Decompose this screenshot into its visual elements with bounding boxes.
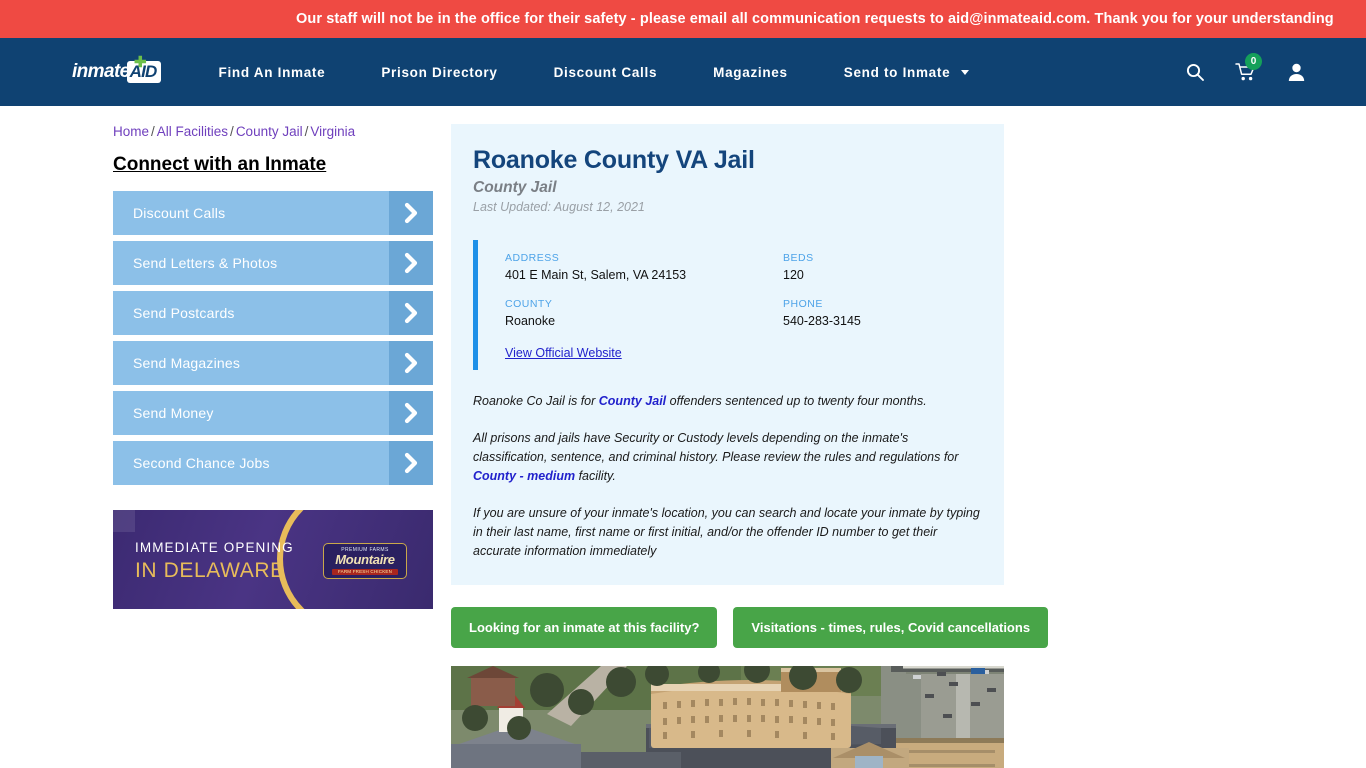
nav-item-send-to-inmate[interactable]: Send to Inmate (844, 65, 969, 80)
facility-description: Roanoke Co Jail is for County Jail offen… (473, 392, 982, 561)
chevron-right-icon (389, 391, 433, 435)
navbar-actions: 0 (1185, 53, 1306, 82)
detail-label: BEDS (783, 251, 814, 264)
plus-icon: ✚ (134, 54, 147, 71)
sidebar-item-label: Send Postcards (133, 305, 235, 321)
search-icon[interactable] (1185, 62, 1205, 82)
detail-beds: BEDS 120 (783, 252, 982, 282)
detail-value: 120 (783, 267, 804, 282)
chevron-right-icon (389, 191, 433, 235)
page-title: Roanoke County VA Jail (473, 146, 755, 174)
breadcrumb-item-virginia[interactable]: Virginia (310, 124, 355, 139)
nav-item-prison-directory[interactable]: Prison Directory (381, 65, 497, 80)
detail-value: 401 E Main St, Salem, VA 24153 (505, 267, 687, 282)
advertisement-banner[interactable]: IMMEDIATE OPENING IN DELAWARE PREMIUM FA… (113, 510, 433, 609)
description-paragraph-2: All prisons and jails have Security or C… (473, 429, 982, 486)
ad-headline-line1: IMMEDIATE OPENING (135, 540, 294, 555)
description-paragraph-1: Roanoke Co Jail is for County Jail offen… (473, 392, 982, 411)
sidebar-item-label: Second Chance Jobs (133, 455, 270, 471)
cart-count-badge: 0 (1245, 53, 1262, 70)
sidebar-item-label: Send Money (133, 405, 214, 421)
logo-word: inmate (72, 61, 130, 82)
link-county-medium[interactable]: County - medium (473, 469, 575, 483)
para2-text-a: All prisons and jails have Security or C… (473, 430, 959, 464)
chevron-right-icon (389, 441, 433, 485)
nav-item-send-to-inmate-label: Send to Inmate (843, 64, 951, 80)
user-icon[interactable] (1287, 62, 1306, 82)
chevron-right-icon (389, 341, 433, 385)
sidebar-item-send-letters-photos[interactable]: Send Letters & Photos (113, 241, 433, 285)
detail-county: COUNTY Roanoke (505, 298, 783, 328)
sidebar-item-label: Send Magazines (133, 355, 241, 371)
sidebar-item-second-chance-jobs[interactable]: Second Chance Jobs (113, 441, 433, 485)
mountaire-logo: PREMIUM FARMS Mountaire FARM FRESH CHICK… (323, 543, 407, 579)
facility-type: County Jail (473, 178, 557, 196)
facility-aerial-photo (451, 665, 1004, 768)
sidebar-item-label: Discount Calls (133, 205, 226, 221)
sidebar-item-send-magazines[interactable]: Send Magazines (113, 341, 433, 385)
cta-button-row: Looking for an inmate at this facility? … (451, 606, 1049, 648)
detail-phone: PHONE 540-283-3145 (783, 298, 982, 328)
breadcrumb: Home / All Facilities / County Jail / Virginia (113, 124, 433, 139)
detail-label: COUNTY (505, 297, 553, 310)
last-updated-text: Last Updated: August 12, 2021 (473, 199, 645, 214)
nav-item-magazines[interactable]: Magazines (713, 65, 788, 80)
alert-banner: Our staff will not be in the office for … (0, 0, 1366, 38)
main-navbar: inmate ✚ AID Find An Inmate Prison Direc… (0, 38, 1366, 106)
visitations-button[interactable]: Visitations - times, rules, Covid cancel… (733, 606, 1049, 648)
detail-label: PHONE (783, 297, 823, 310)
main-content: Roanoke County VA Jail County Jail Last … (451, 124, 1049, 768)
nav-links: Find An Inmate Prison Directory Discount… (219, 65, 969, 80)
ad-logo-name: Mountaire (335, 552, 395, 568)
breadcrumb-separator: / (230, 124, 234, 139)
detail-address: ADDRESS 401 E Main St, Salem, VA 24153 (505, 252, 783, 282)
sidebar-item-discount-calls[interactable]: Discount Calls (113, 191, 433, 235)
ad-logo-subtext: FARM FRESH CHICKEN (331, 568, 399, 575)
sidebar-heading: Connect with an Inmate (113, 154, 327, 175)
detail-value: Roanoke (505, 313, 556, 328)
para2-text-b: facility. (575, 468, 616, 483)
chevron-right-icon (389, 291, 433, 335)
sidebar-item-label: Send Letters & Photos (133, 255, 278, 271)
detail-label: ADDRESS (505, 251, 560, 264)
ad-headline-line2: IN DELAWARE (135, 559, 285, 582)
breadcrumb-separator: / (151, 124, 155, 139)
nav-item-find-an-inmate[interactable]: Find An Inmate (219, 65, 326, 80)
view-official-website-link[interactable]: View Official Website (505, 346, 982, 360)
ad-corner-decoration (113, 510, 135, 532)
para1-text-b: offenders sentenced up to twenty four mo… (666, 393, 927, 408)
chevron-right-icon (389, 241, 433, 285)
sidebar-item-send-money[interactable]: Send Money (113, 391, 433, 435)
site-logo[interactable]: inmate ✚ AID (72, 55, 161, 85)
facility-card: Roanoke County VA Jail County Jail Last … (451, 124, 1004, 585)
cart-icon[interactable]: 0 (1235, 53, 1262, 82)
link-county-jail[interactable]: County Jail (599, 394, 666, 408)
facility-details: ADDRESS 401 E Main St, Salem, VA 24153 B… (473, 239, 982, 370)
breadcrumb-item-all-facilities[interactable]: All Facilities (157, 124, 228, 139)
nav-item-discount-calls[interactable]: Discount Calls (554, 65, 658, 80)
page-body: Home / All Facilities / County Jail / Virginia… (0, 106, 1366, 768)
looking-for-inmate-button[interactable]: Looking for an inmate at this facility? (451, 606, 718, 648)
detail-value: 540-283-3145 (783, 313, 861, 328)
sidebar-item-send-postcards[interactable]: Send Postcards (113, 291, 433, 335)
sidebar: Home / All Facilities / County Jail / Virginia… (113, 124, 433, 768)
breadcrumb-item-county-jail[interactable]: County Jail (236, 124, 303, 139)
para1-text-a: Roanoke Co Jail is for (473, 393, 599, 408)
description-paragraph-3: If you are unsure of your inmate's locat… (473, 505, 980, 558)
breadcrumb-item-home[interactable]: Home (113, 124, 149, 139)
alert-banner-text: Our staff will not be in the office for … (296, 11, 1334, 27)
chevron-down-icon (960, 69, 969, 75)
